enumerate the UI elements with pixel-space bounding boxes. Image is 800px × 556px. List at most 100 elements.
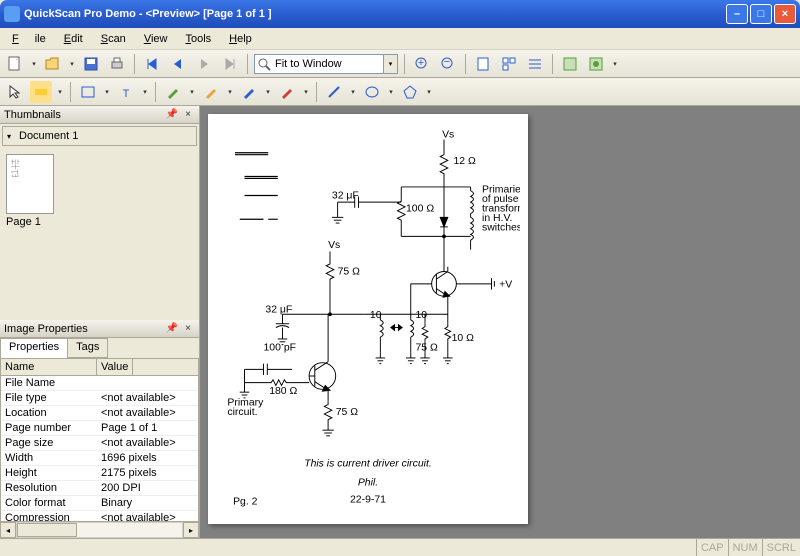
- annot-cursor-button[interactable]: [4, 81, 26, 103]
- svg-text:Vs: Vs: [328, 240, 340, 251]
- window-titlebar: QuickScan Pro Demo - <Preview> [Page 1 o…: [0, 0, 800, 28]
- page-canvas: Vs 12 Ω 100 Ω 32 μF: [208, 114, 528, 524]
- svg-text:75 Ω: 75 Ω: [338, 266, 361, 277]
- props-title: Image Properties: [4, 323, 163, 335]
- table-row[interactable]: Color formatBinary: [1, 496, 198, 511]
- menu-view[interactable]: View: [136, 31, 176, 47]
- toolbar-annotate: ▾ ▾ T ▾ ▾ ▾ ▾ ▾ ▾ ▾ ▾: [0, 78, 800, 106]
- document-label: Document 1: [19, 130, 78, 142]
- col-header-value[interactable]: Value: [97, 359, 133, 375]
- annot-pen-red-button[interactable]: [276, 81, 298, 103]
- table-row[interactable]: Page size<not available>: [1, 436, 198, 451]
- thumbnails-area: ▾ Document 1 ┼┤├─┼─○─┤└┴┘ Page 1: [0, 124, 199, 320]
- svg-text:switches: switches: [482, 223, 520, 234]
- nav-next-button[interactable]: [193, 53, 215, 75]
- table-row[interactable]: Page numberPage 1 of 1: [1, 421, 198, 436]
- menu-help[interactable]: Help: [221, 31, 260, 47]
- nav-prev-button[interactable]: [167, 53, 189, 75]
- document-viewport[interactable]: Vs 12 Ω 100 Ω 32 μF: [200, 106, 800, 538]
- magnifier-icon: [255, 55, 273, 73]
- svg-text:T: T: [123, 88, 130, 100]
- nav-last-button[interactable]: [219, 53, 241, 75]
- svg-text:180 Ω: 180 Ω: [269, 386, 297, 397]
- scroll-left-icon[interactable]: ◂: [0, 522, 16, 538]
- view-single-button[interactable]: [472, 53, 494, 75]
- svg-text:32 μF: 32 μF: [332, 190, 359, 201]
- annot-line-button[interactable]: [323, 81, 345, 103]
- thumbnails-title: Thumbnails: [4, 109, 163, 121]
- status-scrl: SCRL: [762, 539, 800, 556]
- new-button[interactable]: [4, 53, 26, 75]
- table-row[interactable]: File Name: [1, 376, 198, 391]
- menu-file[interactable]: File: [4, 31, 54, 47]
- annot-rect-button[interactable]: [77, 81, 99, 103]
- zoom-out-button[interactable]: −: [437, 53, 459, 75]
- annot-text-button[interactable]: T: [115, 81, 137, 103]
- hscrollbar[interactable]: ◂ ▸: [0, 522, 199, 538]
- status-num: NUM: [728, 539, 762, 556]
- print-button[interactable]: [106, 53, 128, 75]
- annot-polygon-button[interactable]: [399, 81, 421, 103]
- tab-properties[interactable]: Properties: [0, 338, 68, 358]
- close-button[interactable]: ×: [774, 4, 796, 24]
- view-thumbs-button[interactable]: [498, 53, 520, 75]
- minimize-button[interactable]: –: [726, 4, 748, 24]
- props-area: Properties Tags Name Value File NameFile…: [0, 338, 199, 538]
- left-panel: Thumbnails 📌 × ▾ Document 1 ┼┤├─┼─○─┤└┴┘…: [0, 106, 200, 538]
- table-row[interactable]: Height2175 pixels: [1, 466, 198, 481]
- menu-tools[interactable]: Tools: [177, 31, 219, 47]
- svg-text:100 Ω: 100 Ω: [406, 204, 434, 215]
- pin-icon[interactable]: 📌: [165, 108, 179, 122]
- svg-text:100 pF: 100 pF: [264, 342, 297, 353]
- open-dropdown[interactable]: ▾: [68, 60, 76, 68]
- table-row[interactable]: File type<not available>: [1, 391, 198, 406]
- panel-close-icon[interactable]: ×: [181, 322, 195, 336]
- maximize-button[interactable]: □: [750, 4, 772, 24]
- collapse-icon: ▾: [7, 132, 19, 141]
- col-header-name[interactable]: Name: [1, 359, 97, 375]
- svg-text:Pg. 2: Pg. 2: [233, 496, 258, 507]
- annot-pen-green-button[interactable]: [162, 81, 184, 103]
- menu-edit[interactable]: Edit: [56, 31, 91, 47]
- tab-tags[interactable]: Tags: [67, 338, 108, 358]
- annot-highlight-button[interactable]: [30, 81, 52, 103]
- annot-pen-blue-button[interactable]: [238, 81, 260, 103]
- scroll-thumb[interactable]: [17, 523, 77, 537]
- pin-icon[interactable]: 📌: [165, 322, 179, 336]
- scroll-right-icon[interactable]: ▸: [183, 522, 199, 538]
- zoom-combobox[interactable]: ▾: [254, 54, 398, 74]
- annot-rect-dropdown[interactable]: ▾: [103, 88, 111, 96]
- zoom-input[interactable]: [273, 55, 383, 73]
- annot-highlight-dropdown[interactable]: ▾: [56, 88, 64, 96]
- table-row[interactable]: Width1696 pixels: [1, 451, 198, 466]
- svg-text:circuit.: circuit.: [227, 407, 257, 418]
- menubar: File Edit Scan View Tools Help: [0, 28, 800, 50]
- annot-ellipse-button[interactable]: [361, 81, 383, 103]
- zoom-in-button[interactable]: +: [411, 53, 433, 75]
- annot-pen-orange-button[interactable]: [200, 81, 222, 103]
- tool-b-dropdown[interactable]: ▾: [611, 60, 619, 68]
- tool-b-button[interactable]: [585, 53, 607, 75]
- panel-close-icon[interactable]: ×: [181, 108, 195, 122]
- zoom-dropdown[interactable]: ▾: [383, 55, 397, 73]
- save-button[interactable]: [80, 53, 102, 75]
- statusbar: CAP NUM SCRL: [0, 538, 800, 556]
- nav-first-button[interactable]: [141, 53, 163, 75]
- document-header[interactable]: ▾ Document 1: [2, 126, 197, 146]
- svg-text:75 Ω: 75 Ω: [416, 342, 439, 353]
- svg-text:32 μF: 32 μF: [265, 304, 292, 315]
- table-row[interactable]: Resolution200 DPI: [1, 481, 198, 496]
- window-title: QuickScan Pro Demo - <Preview> [Page 1 o…: [24, 8, 726, 20]
- menu-scan[interactable]: Scan: [93, 31, 134, 47]
- table-row[interactable]: Location<not available>: [1, 406, 198, 421]
- open-button[interactable]: [42, 53, 64, 75]
- table-row[interactable]: Compression<not available>: [1, 511, 198, 522]
- thumbnail-item[interactable]: ┼┤├─┼─○─┤└┴┘ Page 1: [0, 148, 199, 234]
- view-list-button[interactable]: [524, 53, 546, 75]
- annot-text-dropdown[interactable]: ▾: [141, 88, 149, 96]
- tool-a-button[interactable]: [559, 53, 581, 75]
- new-dropdown[interactable]: ▾: [30, 60, 38, 68]
- svg-text:10 Ω: 10 Ω: [452, 333, 475, 344]
- svg-text:Phil.: Phil.: [358, 477, 378, 488]
- thumbnail-image: ┼┤├─┼─○─┤└┴┘: [6, 154, 54, 214]
